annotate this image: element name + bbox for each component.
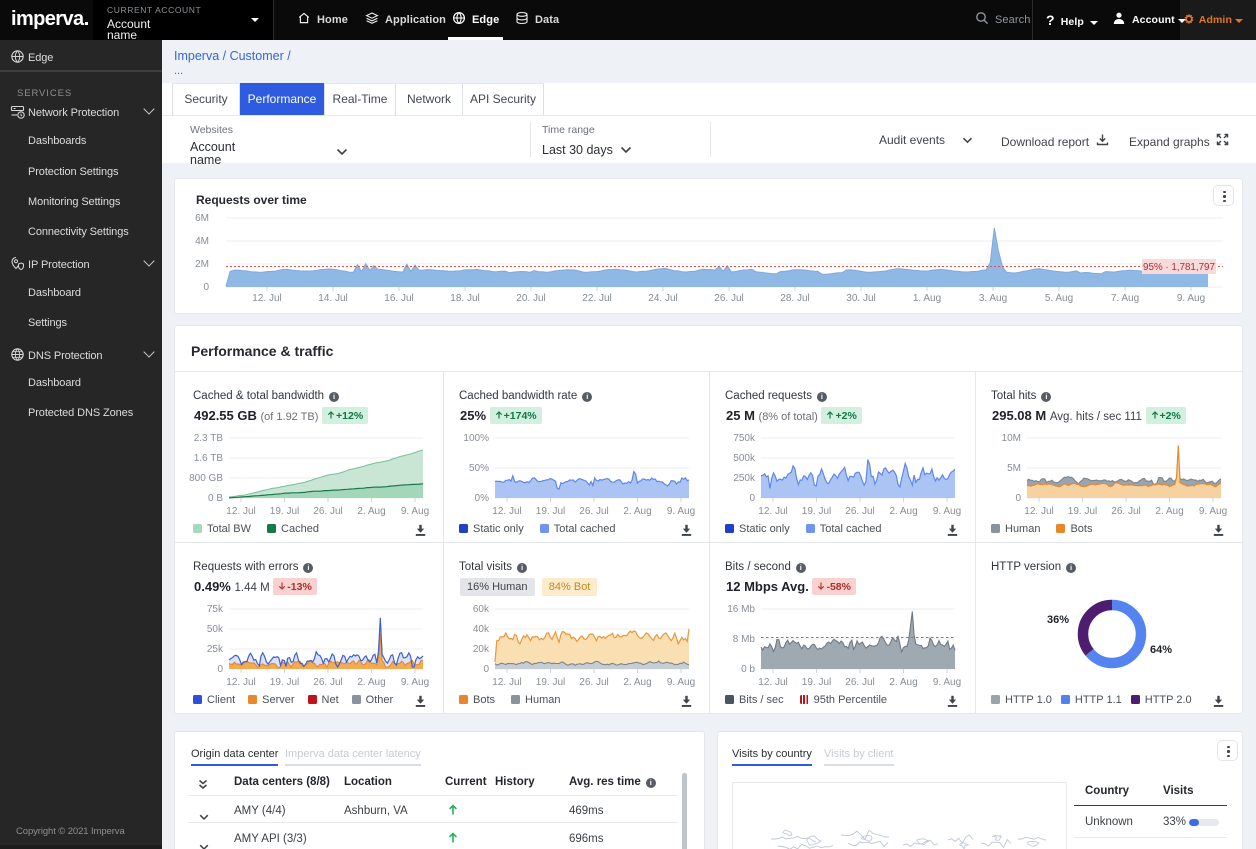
svg-text:26. Jul: 26. Jul — [579, 506, 608, 517]
svg-text:10M: 10M — [1002, 433, 1021, 444]
svg-text:20k: 20k — [473, 644, 490, 655]
svg-text:9. Aug: 9. Aug — [1177, 293, 1205, 304]
svg-text:22. Jul: 22. Jul — [582, 293, 611, 304]
svg-text:12. Jul: 12. Jul — [492, 677, 521, 688]
svg-text:2.3 TB: 2.3 TB — [194, 433, 224, 444]
svg-text:60k: 60k — [473, 604, 490, 615]
svg-text:75k: 75k — [207, 604, 224, 615]
svg-text:1.6 TB: 1.6 TB — [194, 453, 224, 464]
svg-text:12. Jul: 12. Jul — [252, 293, 281, 304]
svg-text:8 Mb: 8 Mb — [733, 634, 756, 645]
svg-text:1. Aug: 1. Aug — [913, 293, 941, 304]
svg-text:2. Aug: 2. Aug — [889, 677, 917, 688]
svg-text:5M: 5M — [1007, 463, 1021, 474]
svg-text:9. Aug: 9. Aug — [933, 506, 961, 517]
svg-text:12. Jul: 12. Jul — [1024, 506, 1053, 517]
svg-text:19. Jul: 19. Jul — [536, 677, 565, 688]
svg-text:30. Jul: 30. Jul — [846, 293, 875, 304]
svg-text:2. Aug: 2. Aug — [357, 677, 385, 688]
svg-text:2M: 2M — [195, 259, 209, 270]
svg-text:2. Aug: 2. Aug — [623, 506, 651, 517]
svg-text:800 GB: 800 GB — [189, 473, 223, 484]
svg-text:64%: 64% — [1150, 644, 1172, 656]
svg-text:2. Aug: 2. Aug — [623, 677, 651, 688]
svg-text:750k: 750k — [733, 433, 756, 444]
svg-text:26. Jul: 26. Jul — [579, 677, 608, 688]
svg-text:0: 0 — [1015, 493, 1021, 504]
svg-text:12. Jul: 12. Jul — [226, 677, 255, 688]
svg-text:16 Mb: 16 Mb — [727, 604, 755, 615]
svg-text:14. Jul: 14. Jul — [318, 293, 347, 304]
svg-text:18. Jul: 18. Jul — [450, 293, 479, 304]
svg-text:0: 0 — [749, 493, 755, 504]
svg-text:16. Jul: 16. Jul — [384, 293, 413, 304]
svg-text:12. Jul: 12. Jul — [226, 506, 255, 517]
svg-text:12. Jul: 12. Jul — [758, 677, 787, 688]
svg-text:26. Jul: 26. Jul — [845, 677, 874, 688]
svg-text:250k: 250k — [733, 473, 756, 484]
svg-text:0: 0 — [217, 664, 223, 675]
svg-text:36%: 36% — [1047, 614, 1069, 626]
svg-text:4M: 4M — [195, 236, 209, 247]
svg-text:40k: 40k — [473, 624, 490, 635]
svg-text:7. Aug: 7. Aug — [1111, 293, 1139, 304]
svg-text:19. Jul: 19. Jul — [536, 506, 565, 517]
svg-text:26. Jul: 26. Jul — [313, 506, 342, 517]
svg-text:2. Aug: 2. Aug — [1155, 506, 1183, 517]
svg-text:95% · 1,781,797: 95% · 1,781,797 — [1143, 262, 1215, 273]
svg-text:9. Aug: 9. Aug — [667, 677, 695, 688]
svg-text:24. Jul: 24. Jul — [648, 293, 677, 304]
svg-text:26. Jul: 26. Jul — [1111, 506, 1140, 517]
svg-text:26. Jul: 26. Jul — [845, 506, 874, 517]
svg-text:2. Aug: 2. Aug — [889, 506, 917, 517]
svg-text:19. Jul: 19. Jul — [1068, 506, 1097, 517]
svg-text:12. Jul: 12. Jul — [758, 506, 787, 517]
svg-text:9. Aug: 9. Aug — [1199, 506, 1227, 517]
svg-text:20. Jul: 20. Jul — [516, 293, 545, 304]
svg-text:26. Jul: 26. Jul — [714, 293, 743, 304]
svg-text:9. Aug: 9. Aug — [933, 677, 961, 688]
svg-text:0: 0 — [203, 282, 209, 293]
svg-text:5. Aug: 5. Aug — [1045, 293, 1073, 304]
svg-text:50%: 50% — [469, 463, 489, 474]
svg-text:100%: 100% — [463, 433, 489, 444]
svg-text:9. Aug: 9. Aug — [401, 677, 429, 688]
svg-text:2. Aug: 2. Aug — [357, 506, 385, 517]
svg-text:50k: 50k — [207, 624, 224, 635]
svg-text:0 b: 0 b — [741, 664, 755, 675]
svg-text:9. Aug: 9. Aug — [667, 506, 695, 517]
svg-text:3. Aug: 3. Aug — [979, 293, 1007, 304]
svg-text:25k: 25k — [207, 644, 224, 655]
svg-text:500k: 500k — [733, 453, 756, 464]
svg-text:0: 0 — [483, 664, 489, 675]
svg-text:19. Jul: 19. Jul — [802, 677, 831, 688]
svg-text:19. Jul: 19. Jul — [270, 506, 299, 517]
svg-text:19. Jul: 19. Jul — [270, 677, 299, 688]
svg-text:9. Aug: 9. Aug — [401, 506, 429, 517]
svg-text:19. Jul: 19. Jul — [802, 506, 831, 517]
svg-text:0 B: 0 B — [208, 493, 223, 504]
svg-text:28. Jul: 28. Jul — [780, 293, 809, 304]
svg-text:0%: 0% — [475, 493, 490, 504]
svg-text:12. Jul: 12. Jul — [492, 506, 521, 517]
svg-text:26. Jul: 26. Jul — [313, 677, 342, 688]
svg-text:6M: 6M — [195, 213, 209, 224]
